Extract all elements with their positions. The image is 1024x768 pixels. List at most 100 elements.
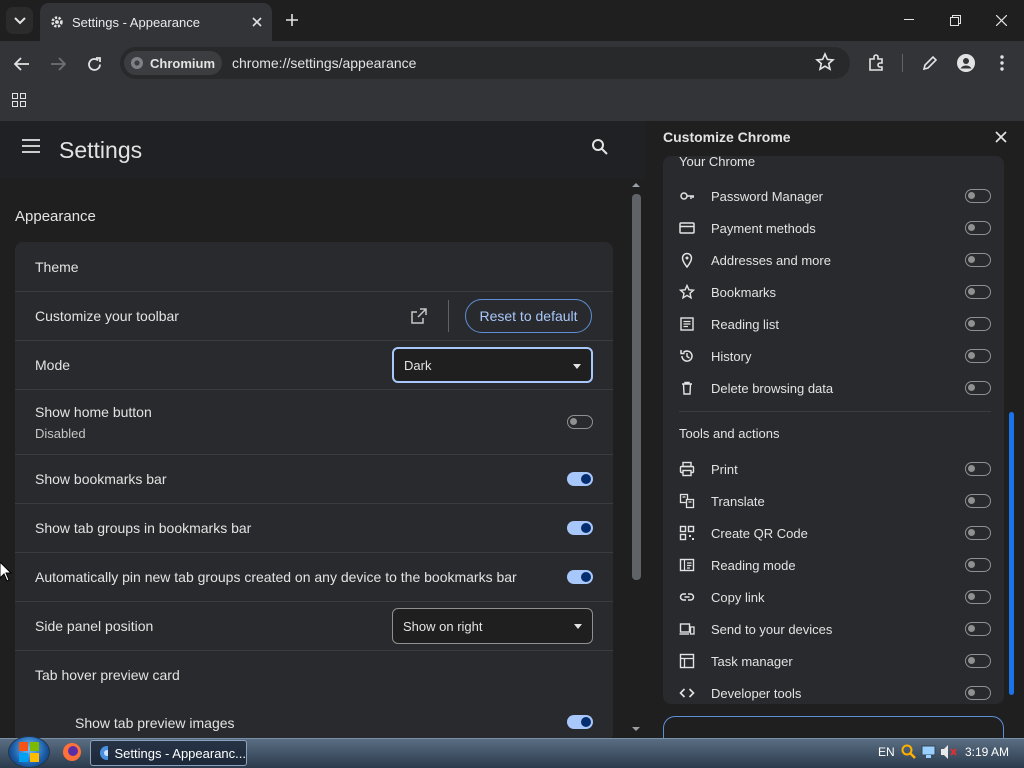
list-item[interactable]: Bookmarks: [663, 276, 1004, 308]
pin-toggle[interactable]: [965, 349, 991, 363]
pin-toggle[interactable]: [965, 285, 991, 299]
pin-toggle[interactable]: [965, 622, 991, 636]
customize-button[interactable]: [918, 51, 942, 75]
pin-toggle[interactable]: [965, 462, 991, 476]
bookmark-star-button[interactable]: [815, 52, 837, 74]
list-item[interactable]: Reading mode: [663, 549, 1004, 581]
url-text[interactable]: chrome://settings/appearance: [232, 55, 416, 71]
taskbar-chromium-window[interactable]: Settings - Appearanc...: [90, 740, 247, 766]
list-item[interactable]: Payment methods: [663, 212, 1004, 244]
pin-toggle[interactable]: [965, 494, 991, 508]
side-panel-close-button[interactable]: [992, 128, 1010, 146]
reload-icon: [87, 56, 101, 71]
preview-images-toggle[interactable]: [567, 715, 593, 729]
section-divider: [679, 411, 991, 412]
tab-groups-toggle[interactable]: [567, 521, 593, 535]
mode-select[interactable]: Dark: [392, 347, 593, 383]
reload-button[interactable]: [80, 50, 108, 78]
tab-search-button[interactable]: [6, 7, 33, 34]
tab-groups-row[interactable]: Show tab groups in bookmarks bar: [15, 503, 613, 552]
list-item-label: Send to your devices: [711, 621, 833, 637]
tab-groups-label: Show tab groups in bookmarks bar: [35, 520, 252, 536]
pin-toggle[interactable]: [965, 526, 991, 540]
side-panel-card: Your Chrome Password Manager Payment meth…: [663, 156, 1004, 704]
pin-toggle[interactable]: [965, 189, 991, 203]
close-icon[interactable]: [252, 17, 262, 27]
side-panel-scrollbar-thumb[interactable]: [1009, 412, 1014, 695]
firefox-taskbar-icon[interactable]: [62, 742, 82, 762]
list-item[interactable]: Developer tools: [663, 677, 1004, 704]
list-item[interactable]: Send to your devices: [663, 613, 1004, 645]
list-item[interactable]: Create QR Code: [663, 517, 1004, 549]
devices-icon: [679, 623, 695, 635]
menu-button[interactable]: [990, 51, 1014, 75]
toolbar-divider: [902, 54, 903, 72]
cursor-arrow-icon: [0, 562, 12, 582]
list-item-label: Create QR Code: [711, 525, 808, 541]
list-item[interactable]: History: [663, 340, 1004, 372]
preview-images-row[interactable]: Show tab preview images: [15, 699, 613, 742]
pin-toggle[interactable]: [965, 590, 991, 604]
search-tray-icon[interactable]: [901, 744, 917, 760]
pin-toggle[interactable]: [965, 381, 991, 395]
pin-toggle[interactable]: [965, 654, 991, 668]
customize-toolbar-label: Customize your toolbar: [35, 308, 179, 324]
tab-settings[interactable]: Settings - Appearance: [40, 3, 272, 41]
pin-toggle[interactable]: [965, 221, 991, 235]
pin-toggle[interactable]: [965, 686, 991, 700]
list-item-label: Copy link: [711, 589, 765, 605]
scroll-down-icon: [632, 727, 640, 731]
trash-icon: [682, 381, 692, 395]
pin-toggle[interactable]: [965, 253, 991, 267]
volume-muted-icon[interactable]: [940, 744, 958, 760]
list-item-label: Payment methods: [711, 220, 816, 236]
network-tray-icon[interactable]: [921, 744, 937, 760]
language-indicator[interactable]: EN: [878, 745, 895, 759]
new-tab-button[interactable]: [280, 8, 304, 32]
settings-scrollbar-thumb[interactable]: [632, 194, 641, 580]
list-item[interactable]: Delete browsing data: [663, 372, 1004, 404]
auto-pin-toggle[interactable]: [567, 570, 593, 584]
start-button[interactable]: [8, 736, 50, 768]
reading-list-icon: [680, 317, 694, 331]
back-button[interactable]: [8, 50, 36, 78]
pin-toggle[interactable]: [965, 558, 991, 572]
settings-search-button[interactable]: [591, 138, 615, 162]
auto-pin-row[interactable]: Automatically pin new tab groups created…: [15, 552, 613, 601]
close-window-button[interactable]: [978, 0, 1024, 40]
list-item[interactable]: Password Manager: [663, 180, 1004, 212]
reset-to-default-button[interactable]: Reset to default: [465, 299, 592, 333]
list-item[interactable]: Reading list: [663, 308, 1004, 340]
bookmarks-bar-toggle[interactable]: [567, 472, 593, 486]
address-bar[interactable]: Chromium chrome://settings/appearance: [120, 47, 850, 79]
list-item[interactable]: Translate: [663, 485, 1004, 517]
list-item[interactable]: Copy link: [663, 581, 1004, 613]
clock[interactable]: 3:19 AM: [965, 745, 1009, 759]
bookmarks-bar-row[interactable]: Show bookmarks bar: [15, 454, 613, 503]
apps-button[interactable]: [12, 93, 28, 109]
theme-row[interactable]: Theme: [15, 242, 613, 291]
translate-icon: [679, 493, 695, 509]
home-button-row[interactable]: Show home button Disabled: [15, 389, 613, 454]
minimize-button[interactable]: [886, 0, 932, 40]
pin-toggle[interactable]: [965, 317, 991, 331]
hover-card-label: Tab hover preview card: [35, 667, 180, 683]
open-in-new-icon[interactable]: [411, 308, 427, 324]
site-info-chip[interactable]: Chromium: [124, 51, 222, 75]
profile-button[interactable]: [954, 51, 978, 75]
list-item[interactable]: Print: [663, 453, 1004, 485]
side-panel-select[interactable]: Show on right: [392, 608, 593, 644]
forward-button[interactable]: [44, 50, 72, 78]
scroll-up-icon: [632, 183, 640, 187]
bookmarks-bar: [0, 85, 1024, 121]
home-button-toggle[interactable]: [567, 415, 593, 429]
caret-down-icon: [573, 364, 581, 369]
restore-button[interactable]: [932, 0, 978, 40]
history-icon: [680, 350, 693, 362]
side-panel-bottom-button[interactable]: [663, 716, 1004, 738]
extensions-button[interactable]: [864, 51, 888, 75]
restore-icon: [949, 14, 961, 26]
list-item[interactable]: Addresses and more: [663, 244, 1004, 276]
settings-menu-button[interactable]: [22, 139, 46, 163]
list-item[interactable]: Task manager: [663, 645, 1004, 677]
